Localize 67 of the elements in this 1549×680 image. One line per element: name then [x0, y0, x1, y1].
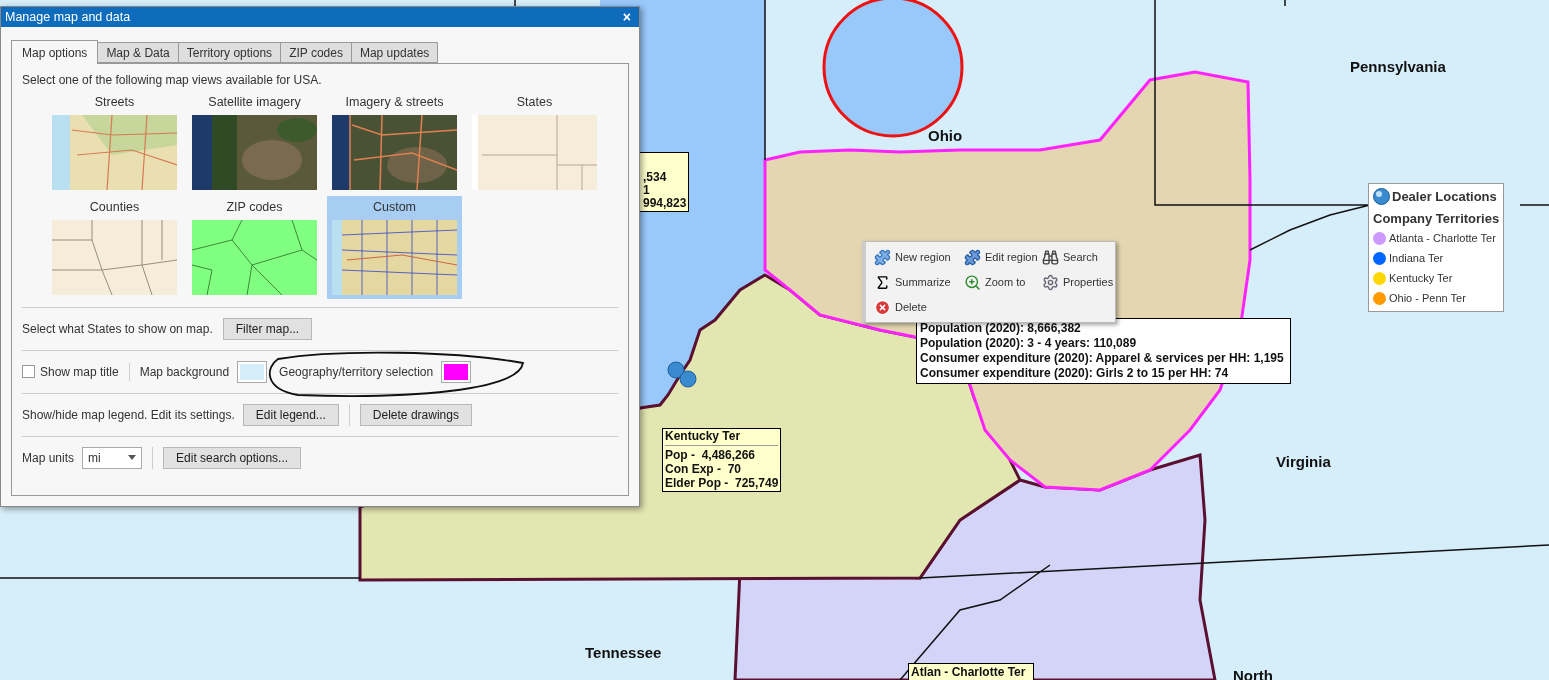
filter-map-button[interactable]: Filter map...: [222, 317, 313, 340]
checkbox[interactable]: [22, 365, 35, 378]
map-view-option[interactable]: ZIP codes: [187, 195, 322, 299]
menu-item[interactable]: Delete: [874, 297, 964, 317]
tab[interactable]: Map & Data: [98, 42, 179, 63]
puzzle-icon: [964, 248, 981, 266]
legend-title: Dealer Locations: [1392, 188, 1497, 206]
info-line: Con Exp - 70: [665, 462, 742, 476]
menu-item[interactable]: Edit region: [964, 247, 1042, 267]
info-line: Population (2020): 8,666,382: [920, 321, 1082, 336]
legend-label: Kentucky Ter: [1389, 270, 1453, 286]
map-view-option[interactable]: States: [467, 91, 602, 194]
binoculars-icon: [1042, 248, 1059, 266]
menu-item[interactable]: Search: [1042, 247, 1114, 267]
close-icon: [874, 298, 891, 316]
menu-item[interactable]: New region: [874, 247, 964, 267]
menu-item[interactable]: Zoom to: [964, 272, 1042, 292]
legend-label: Show/hide map legend. Edit its settings.: [22, 406, 235, 424]
window-title: Manage map and data: [5, 8, 131, 26]
legend-label: Ohio - Penn Ter: [1389, 290, 1466, 306]
color-picker[interactable]: [441, 360, 472, 383]
caret-icon: [128, 455, 137, 460]
color-picker[interactable]: [237, 360, 268, 383]
tab[interactable]: Map updates: [351, 42, 439, 63]
info-line: Pop - 4,486,266: [665, 448, 757, 462]
selection-color-label: Geography/territory selection: [279, 363, 434, 381]
delete-drawings-button[interactable]: Delete drawings: [359, 403, 472, 426]
state-label: Pennsylvania: [1350, 57, 1446, 77]
info-line: Population (2020): 3 - 4 years: 110,089: [920, 336, 1138, 351]
dealer-marker: [667, 361, 697, 388]
puzzle-icon: [874, 248, 891, 266]
map-units-label: Map units: [22, 449, 75, 467]
checkbox-label: Show map title: [40, 363, 119, 381]
legend-subtitle: Company Territories: [1373, 209, 1500, 228]
tab[interactable]: Map options: [11, 40, 99, 64]
filter-label: Select what States to show on map.: [22, 320, 213, 338]
tab[interactable]: Territory options: [178, 42, 282, 63]
info-line: Elder Pop - 725,749: [665, 476, 779, 490]
legend-label: Indiana Ter: [1389, 250, 1444, 266]
info-box-title: Kentucky Ter: [665, 429, 779, 446]
map-background-label: Map background: [139, 363, 230, 381]
map-view-option[interactable]: Counties: [47, 195, 182, 299]
map-view-option[interactable]: Custom: [327, 195, 462, 299]
intro-text: Select one of the following map views available for USA.: [22, 72, 323, 89]
edit-legend-button[interactable]: Edit legend...: [242, 403, 339, 426]
tab[interactable]: ZIP codes: [281, 42, 352, 63]
dealer-marker-icon: [1373, 188, 1390, 206]
zoom-in-icon: [964, 273, 981, 291]
legend-label: Atlanta - Charlotte Ter: [1389, 230, 1496, 246]
info-line: ,534: [643, 171, 668, 184]
state-label: Ohio: [928, 126, 963, 146]
state-label: Virginia: [1276, 452, 1331, 472]
map-view-option[interactable]: Satellite imagery: [187, 91, 322, 194]
settings-icon: [1042, 273, 1059, 291]
info-line: Consumer expenditure (2020): Girls 2 to 15 per HH: 74: [920, 366, 1230, 381]
menu-item[interactable]: Properties: [1042, 272, 1114, 292]
edit-search-options-button[interactable]: Edit search options...: [163, 446, 302, 469]
info-line: Consumer expenditure (2020): Apparel & services per HH: 1,195: [920, 351, 1284, 366]
info-line: 1: [643, 184, 651, 197]
state-label: Tennessee: [585, 643, 662, 663]
units-dropdown[interactable]: mi: [82, 446, 143, 469]
info-box-title: Atlan - Charlotte Ter: [911, 664, 1026, 680]
info-line: 994,823: [643, 197, 688, 210]
close-button[interactable]: ×: [618, 10, 635, 24]
menu-item[interactable]: Summarize: [874, 272, 964, 292]
map-view-option[interactable]: Imagery & streets: [327, 91, 462, 194]
map-view-option[interactable]: Streets: [47, 91, 182, 194]
